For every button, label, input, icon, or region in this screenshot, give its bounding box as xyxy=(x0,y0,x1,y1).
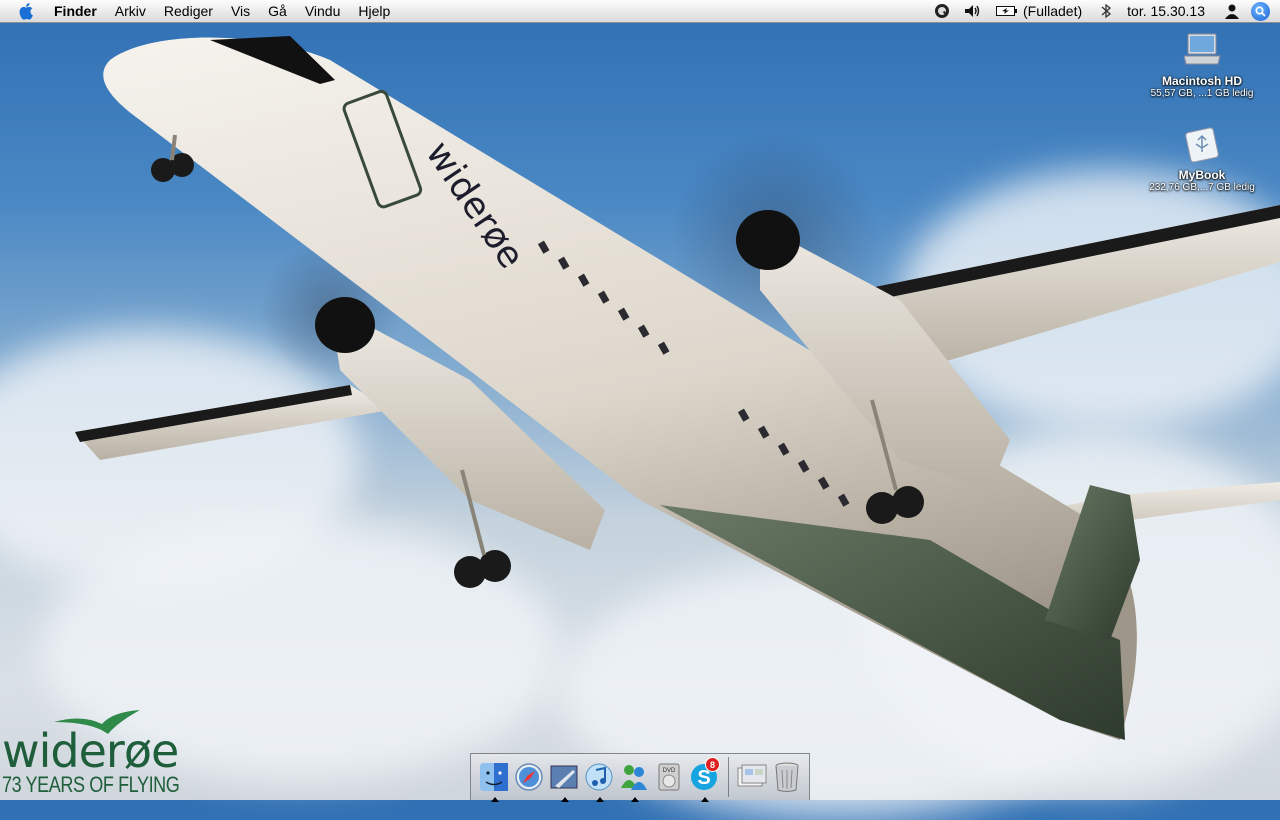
menu-help[interactable]: Hjelp xyxy=(349,0,399,22)
dock-item-itunes[interactable] xyxy=(582,759,616,802)
usb-drive-icon xyxy=(1182,126,1222,166)
menu-file[interactable]: Arkiv xyxy=(106,0,155,22)
dock-item-skype[interactable]: S 8 xyxy=(687,757,721,802)
itunes-icon xyxy=(585,763,613,791)
desktop-icon-label: MyBook xyxy=(1178,168,1226,182)
dock-item-safari[interactable] xyxy=(512,759,546,795)
bluetooth-icon[interactable] xyxy=(1089,0,1123,22)
volume-icon[interactable] xyxy=(957,0,989,22)
dock-item-mail[interactable] xyxy=(547,759,581,802)
finder-icon xyxy=(480,763,508,791)
quicktime-menu-icon[interactable] xyxy=(927,0,957,22)
battery-status: (Fulladet) xyxy=(1023,3,1083,19)
clock[interactable]: tor. 15.30.13 xyxy=(1123,0,1217,22)
desktop-icon-label: Macintosh HD xyxy=(1161,74,1242,88)
hard-drive-icon xyxy=(1182,32,1222,72)
dock-separator xyxy=(728,757,729,797)
dock-item-trash[interactable] xyxy=(770,759,804,795)
dock-item-dvd-player[interactable]: DVD xyxy=(652,759,686,795)
desktop-icon-info: 55,57 GB, ...1 GB ledig xyxy=(1150,88,1254,99)
dock-item-finder[interactable] xyxy=(477,759,511,802)
menu-view[interactable]: Vis xyxy=(222,0,259,22)
menu-window[interactable]: Vindu xyxy=(296,0,350,22)
mail-icon xyxy=(550,765,578,789)
dock-item-msn-messenger[interactable] xyxy=(617,759,651,802)
dock-item-stack-folder[interactable] xyxy=(735,759,769,795)
menu-app-name[interactable]: Finder xyxy=(47,0,106,22)
menu-edit[interactable]: Rediger xyxy=(155,0,222,22)
menu-go[interactable]: Gå xyxy=(259,0,296,22)
menu-bar: Finder Arkiv Rediger Vis Gå Vindu Hjelp … xyxy=(0,0,1280,23)
desktop-icon-mybook[interactable]: MyBook 232,76 GB,...7 GB ledig xyxy=(1132,126,1272,193)
logo-wordmark: widerøe xyxy=(2,724,179,778)
desktop-icon-macintosh-hd[interactable]: Macintosh HD 55,57 GB, ...1 GB ledig xyxy=(1132,32,1272,99)
dock: DVD S 8 xyxy=(470,753,810,802)
safari-icon xyxy=(515,763,543,791)
apple-menu-icon[interactable] xyxy=(17,1,37,21)
spotlight-search-icon[interactable] xyxy=(1251,1,1270,21)
wideroe-logo: widerøe 73 YEARS OF FLYING xyxy=(2,708,182,798)
stacks-folder-icon xyxy=(737,764,767,787)
svg-text:DVD: DVD xyxy=(663,768,676,774)
desktop-icon-info: 232,76 GB,...7 GB ledig xyxy=(1149,182,1255,193)
dvd-player-icon: DVD xyxy=(658,763,680,791)
notification-badge: 8 xyxy=(705,757,720,772)
msn-messenger-icon xyxy=(621,765,647,790)
aircraft-illustration: widerøe xyxy=(75,36,1280,740)
battery-menu[interactable]: (Fulladet) xyxy=(989,0,1089,22)
user-icon[interactable] xyxy=(1217,0,1247,22)
trash-icon xyxy=(775,762,799,792)
battery-icon xyxy=(996,5,1018,17)
logo-tagline: 73 YEARS OF FLYING xyxy=(2,772,180,797)
